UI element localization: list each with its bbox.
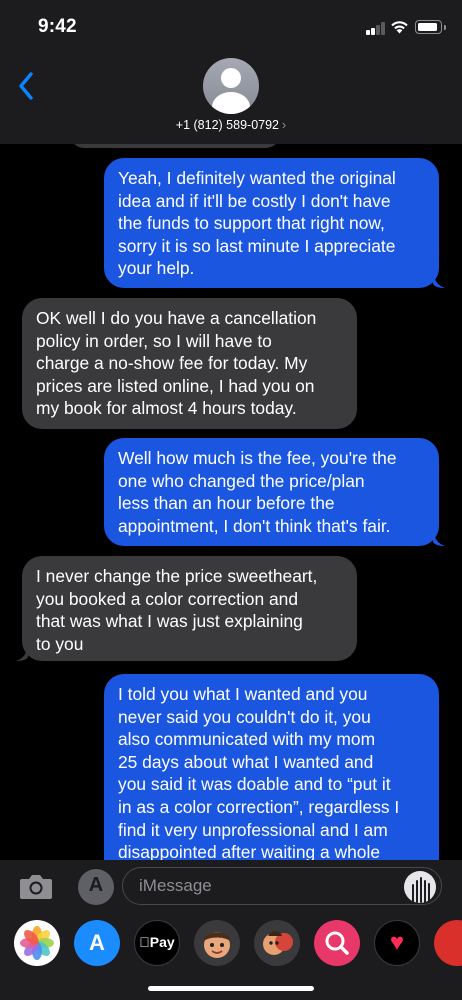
message-line: policy in order, so I will have to bbox=[36, 330, 272, 351]
message-line: I never change the price sweetheart, bbox=[36, 566, 318, 586]
status-bar: 9:42 bbox=[0, 0, 462, 52]
home-indicator[interactable] bbox=[148, 986, 314, 991]
search-images-icon[interactable] bbox=[314, 920, 360, 966]
message-line: my book for almost 4 hours today. bbox=[36, 398, 297, 419]
message-line: your help. bbox=[118, 258, 195, 279]
person-silhouette-icon bbox=[221, 68, 241, 88]
message-line: Yeah, I definitely wanted the original bbox=[118, 168, 396, 188]
message-line: never said you couldn't do it, you bbox=[118, 706, 371, 727]
memoji-stickers-icon[interactable] bbox=[254, 920, 300, 966]
imessage-input[interactable] bbox=[122, 867, 442, 905]
bubble-tail bbox=[433, 274, 445, 288]
photos-icon[interactable] bbox=[14, 920, 60, 966]
message-line: less than an hour before the bbox=[118, 493, 335, 514]
app-store-icon[interactable]: A bbox=[74, 920, 120, 966]
back-chevron-icon[interactable] bbox=[14, 70, 40, 102]
bubble-tail bbox=[433, 532, 445, 546]
apple-pay-icon[interactable]: Pay bbox=[134, 920, 180, 966]
bubble-tail bbox=[16, 647, 28, 661]
message-line: one who changed the price/plan bbox=[118, 470, 365, 491]
message-line: that was what I was just explaining bbox=[36, 611, 303, 632]
sent-message-bubble[interactable]: Yeah, I definitely wanted the original i… bbox=[104, 158, 439, 288]
message-line: idea and if it'll be costly I don't have bbox=[118, 190, 391, 211]
message-line: prices are listed online, I had you on bbox=[36, 375, 315, 396]
sent-message-bubble[interactable]: I told you what I wanted and you never s… bbox=[104, 674, 439, 860]
message-line: appointment, I don't think that's fair. bbox=[118, 515, 391, 536]
message-line: 25 days about what I wanted and bbox=[118, 751, 374, 772]
message-line: sorry it is so last minute I appreciate bbox=[118, 235, 396, 256]
extra-app-icon[interactable] bbox=[434, 920, 462, 966]
message-list[interactable]: Yeah, I definitely wanted the original i… bbox=[0, 144, 462, 860]
received-message-bubble[interactable]: OK well I do you have a cancellation pol… bbox=[22, 298, 357, 429]
battery-icon bbox=[415, 20, 446, 34]
message-line: I told you what I wanted and you bbox=[118, 684, 368, 704]
conversation-header: +1 (812) 589-0792 › bbox=[0, 52, 462, 144]
camera-icon[interactable] bbox=[18, 871, 54, 901]
message-input-bar: A bbox=[0, 860, 462, 912]
contact-name-button[interactable]: +1 (812) 589-0792 › bbox=[0, 118, 462, 132]
message-line: OK well I do you have a cancellation bbox=[36, 308, 317, 328]
app-store-icon: A bbox=[88, 874, 104, 896]
chevron-right-icon: › bbox=[282, 118, 287, 132]
waveform-icon[interactable] bbox=[404, 871, 436, 903]
status-time: 9:42 bbox=[38, 16, 77, 37]
received-message-bubble[interactable]: I never change the price sweetheart, you… bbox=[22, 556, 357, 661]
message-line: the funds to support that right now, bbox=[118, 213, 385, 234]
app-store-button[interactable]: A bbox=[78, 869, 114, 905]
message-line: disappointed after waiting a whole bbox=[118, 842, 380, 860]
contact-avatar[interactable] bbox=[203, 58, 259, 114]
digital-touch-icon[interactable]: ♥ bbox=[374, 920, 420, 966]
message-line: to you bbox=[36, 633, 84, 654]
previous-message-bubble bbox=[70, 144, 280, 148]
cellular-signal-icon bbox=[366, 22, 386, 35]
sent-message-bubble[interactable]: Well how much is the fee, you're the one… bbox=[104, 438, 439, 546]
memoji-icon[interactable] bbox=[194, 920, 240, 966]
contact-number: +1 (812) 589-0792 bbox=[175, 118, 280, 132]
app-drawer: A Pay ♥ bbox=[0, 912, 462, 1000]
message-line: find it very unprofessional and I am bbox=[118, 819, 388, 840]
message-line: in as a color correction”, regardless I bbox=[118, 796, 400, 817]
message-line: charge a no-show fee for today. My bbox=[36, 353, 308, 374]
wifi-icon bbox=[391, 21, 408, 34]
message-line: you said it was doable and to “put it bbox=[118, 774, 391, 795]
message-line: Well how much is the fee, you're the bbox=[118, 448, 397, 468]
message-line: you booked a color correction and bbox=[36, 588, 298, 609]
message-line: also communicated with my mom bbox=[118, 729, 376, 750]
